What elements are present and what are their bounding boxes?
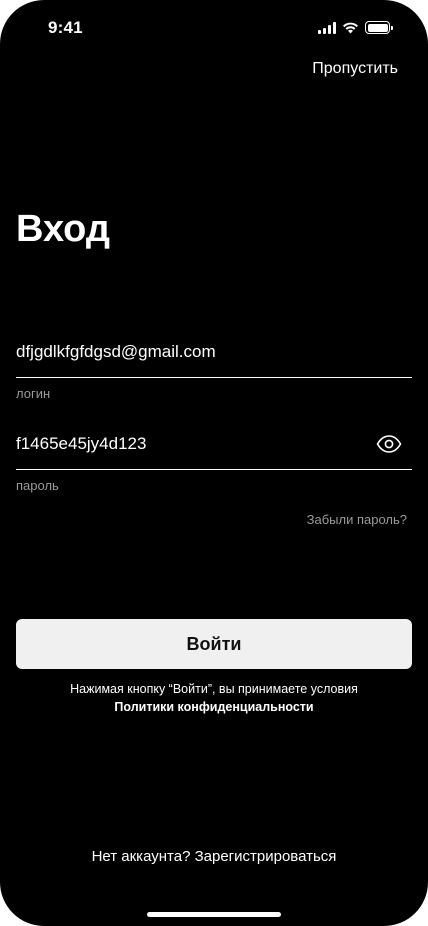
login-label: логин (16, 386, 51, 401)
home-indicator[interactable] (147, 912, 281, 917)
password-underline (16, 469, 412, 470)
privacy-policy-link[interactable]: Политики конфиденциальности (0, 698, 428, 716)
terms-notice: Нажимая кнопку “Войти”, вы принимаете ус… (0, 680, 428, 716)
login-screen: 9:41 Пропустить Вход логин пароль За (0, 0, 428, 926)
password-label: пароль (16, 478, 59, 493)
password-field: пароль (16, 432, 412, 493)
password-input[interactable] (16, 432, 356, 456)
forgot-password-link[interactable]: Забыли пароль? (307, 512, 407, 527)
register-link[interactable]: Зарегистрироваться (195, 848, 337, 865)
terms-text: Нажимая кнопку “Войти”, вы принимаете ус… (70, 682, 358, 696)
login-field: логин (16, 340, 412, 401)
login-button[interactable]: Войти (16, 619, 412, 669)
skip-button[interactable]: Пропустить (312, 60, 398, 78)
cellular-signal-icon (318, 21, 336, 34)
wifi-icon (343, 22, 358, 33)
battery-icon (365, 21, 393, 34)
status-icons (318, 21, 393, 34)
login-input[interactable] (16, 340, 356, 364)
register-text: Нет аккаунта? (91, 848, 195, 865)
status-time: 9:41 (48, 18, 83, 37)
eye-icon[interactable] (376, 432, 402, 456)
login-underline (16, 377, 412, 378)
battery-level (367, 23, 388, 32)
register-prompt: Нет аккаунта? Зарегистрироваться (0, 848, 428, 865)
page-title: Вход (16, 208, 110, 250)
